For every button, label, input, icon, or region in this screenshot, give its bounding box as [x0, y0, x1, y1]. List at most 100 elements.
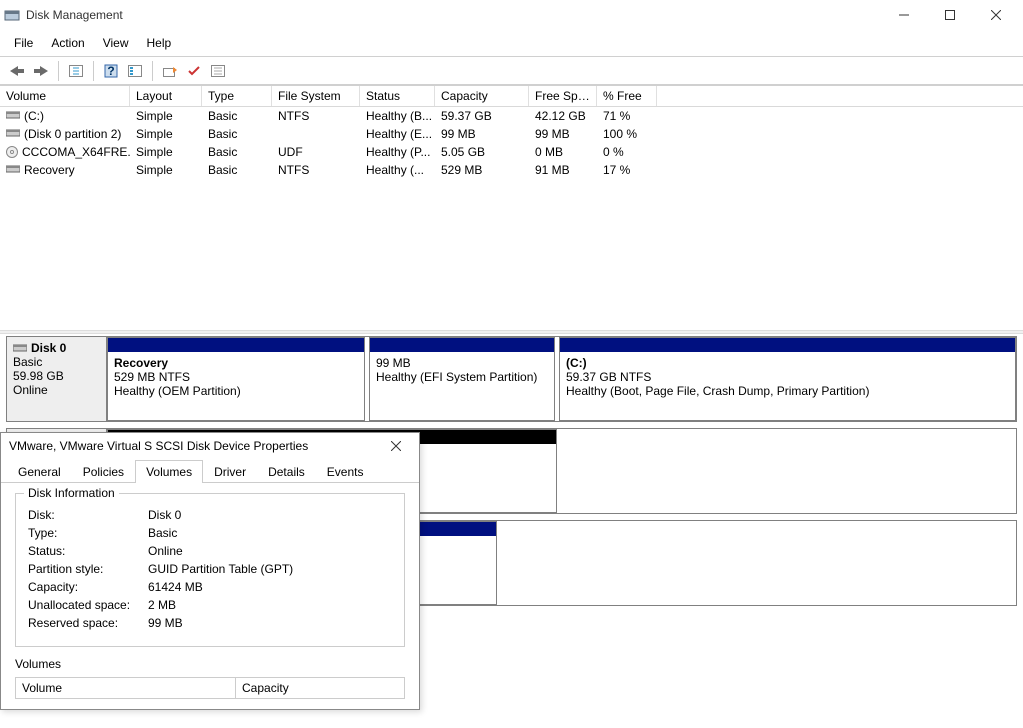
col-fs[interactable]: File System	[272, 86, 360, 106]
volume-list-row[interactable]: (Disk 0 partition 2)SimpleBasicHealthy (…	[0, 125, 1023, 143]
volume-icon	[6, 128, 20, 140]
forward-button[interactable]	[30, 60, 52, 82]
volumes-table-header: Volume Capacity	[15, 677, 405, 699]
partition-status: Healthy (EFI System Partition)	[376, 370, 548, 384]
cell-capacity: 99 MB	[435, 125, 529, 143]
volume-list-pane: Volume Layout Type File System Status Ca…	[0, 85, 1023, 330]
disk-info-group: Disk Information Disk:Disk 0 Type:Basic …	[15, 493, 405, 647]
cell-fs	[272, 125, 360, 143]
tab-details[interactable]: Details	[257, 460, 316, 483]
partition-name: (C:)	[566, 356, 1009, 370]
show-hide-console-icon[interactable]	[65, 60, 87, 82]
partition-bar	[370, 338, 554, 352]
status-v: Online	[148, 544, 392, 558]
cell-pfree: 17 %	[597, 161, 657, 179]
tab-driver[interactable]: Driver	[203, 460, 257, 483]
checkmark-icon[interactable]	[183, 60, 205, 82]
toolbar-separator	[152, 61, 153, 81]
disk-type: Basic	[13, 355, 100, 369]
type-v: Basic	[148, 526, 392, 540]
partition-bar	[108, 338, 364, 352]
vol-col-volume[interactable]: Volume	[16, 678, 236, 698]
status-k: Status:	[28, 544, 148, 558]
menu-view[interactable]: View	[95, 32, 137, 54]
vol-col-capacity[interactable]: Capacity	[236, 678, 404, 698]
volumes-table: Volume Capacity	[15, 677, 405, 699]
cell-free: 42.12 GB	[529, 107, 597, 125]
partition-size: 99 MB	[376, 356, 548, 370]
cell-free: 99 MB	[529, 125, 597, 143]
help-icon[interactable]: ?	[100, 60, 122, 82]
col-status[interactable]: Status	[360, 86, 435, 106]
tab-policies[interactable]: Policies	[72, 460, 135, 483]
volume-list-row[interactable]: CCCOMA_X64FRE...SimpleBasicUDFHealthy (P…	[0, 143, 1023, 161]
toolbar: ?	[0, 57, 1023, 85]
cell-free: 0 MB	[529, 143, 597, 161]
disk-0-row[interactable]: Disk 0 Basic 59.98 GB Online Recovery 52…	[6, 336, 1017, 422]
col-volume[interactable]: Volume	[0, 86, 130, 106]
volume-list-row[interactable]: RecoverySimpleBasicNTFSHealthy (...529 M…	[0, 161, 1023, 179]
tab-general[interactable]: General	[7, 460, 72, 483]
disk-0-label: Disk 0 Basic 59.98 GB Online	[7, 337, 107, 421]
cell-status: Healthy (P...	[360, 143, 435, 161]
volume-icon	[6, 146, 18, 158]
title-bar: Disk Management	[0, 0, 1023, 30]
tab-events[interactable]: Events	[316, 460, 375, 483]
settings-list-icon[interactable]	[124, 60, 146, 82]
window-title: Disk Management	[26, 8, 881, 22]
reserved-k: Reserved space:	[28, 616, 148, 630]
minimize-button[interactable]	[881, 0, 927, 30]
col-free[interactable]: Free Spa...	[529, 86, 597, 106]
menu-help[interactable]: Help	[139, 32, 180, 54]
volume-name: (Disk 0 partition 2)	[24, 127, 121, 141]
partition-status: Healthy (OEM Partition)	[114, 384, 358, 398]
volume-icon	[6, 164, 20, 176]
partition-recovery[interactable]: Recovery 529 MB NTFS Healthy (OEM Partit…	[107, 337, 365, 421]
volume-list-header: Volume Layout Type File System Status Ca…	[0, 86, 1023, 107]
close-button[interactable]	[973, 0, 1019, 30]
menu-action[interactable]: Action	[43, 32, 92, 54]
cell-free: 91 MB	[529, 161, 597, 179]
disk-v: Disk 0	[148, 508, 392, 522]
col-capacity[interactable]: Capacity	[435, 86, 529, 106]
svg-text:?: ?	[107, 64, 114, 78]
dialog-tabs: General Policies Volumes Driver Details …	[1, 459, 419, 483]
app-icon	[4, 7, 20, 23]
cell-fs: NTFS	[272, 107, 360, 125]
properties-dialog: VMware, VMware Virtual S SCSI Disk Devic…	[0, 432, 420, 710]
refresh-icon[interactable]	[159, 60, 181, 82]
disk-name: Disk 0	[31, 341, 66, 355]
cell-layout: Simple	[130, 125, 202, 143]
volume-name: Recovery	[24, 163, 75, 177]
pane-splitter[interactable]	[0, 330, 1023, 334]
partition-size: 59.37 GB NTFS	[566, 370, 1009, 384]
partition-c[interactable]: (C:) 59.37 GB NTFS Healthy (Boot, Page F…	[559, 337, 1016, 421]
type-k: Type:	[28, 526, 148, 540]
dialog-body: Disk Information Disk:Disk 0 Type:Basic …	[1, 483, 419, 709]
dialog-title-bar[interactable]: VMware, VMware Virtual S SCSI Disk Devic…	[1, 433, 419, 459]
cell-status: Healthy (...	[360, 161, 435, 179]
cell-status: Healthy (E...	[360, 125, 435, 143]
disk-info-legend: Disk Information	[24, 486, 119, 500]
cell-fs: UDF	[272, 143, 360, 161]
reserved-v: 99 MB	[148, 616, 392, 630]
volumes-legend: Volumes	[15, 657, 405, 671]
maximize-button[interactable]	[927, 0, 973, 30]
cell-fs: NTFS	[272, 161, 360, 179]
menu-file[interactable]: File	[6, 32, 41, 54]
col-layout[interactable]: Layout	[130, 86, 202, 106]
back-button[interactable]	[6, 60, 28, 82]
cap-k: Capacity:	[28, 580, 148, 594]
volume-list-row[interactable]: (C:)SimpleBasicNTFSHealthy (B...59.37 GB…	[0, 107, 1023, 125]
dialog-close-button[interactable]	[391, 441, 411, 451]
disk-k: Disk:	[28, 508, 148, 522]
cell-type: Basic	[202, 161, 272, 179]
col-type[interactable]: Type	[202, 86, 272, 106]
properties-icon[interactable]	[207, 60, 229, 82]
col-pfree[interactable]: % Free	[597, 86, 657, 106]
partition-efi[interactable]: 99 MB Healthy (EFI System Partition)	[369, 337, 555, 421]
pstyle-v: GUID Partition Table (GPT)	[148, 562, 392, 576]
partition-name: Recovery	[114, 356, 358, 370]
tab-volumes[interactable]: Volumes	[135, 460, 203, 483]
cell-capacity: 59.37 GB	[435, 107, 529, 125]
